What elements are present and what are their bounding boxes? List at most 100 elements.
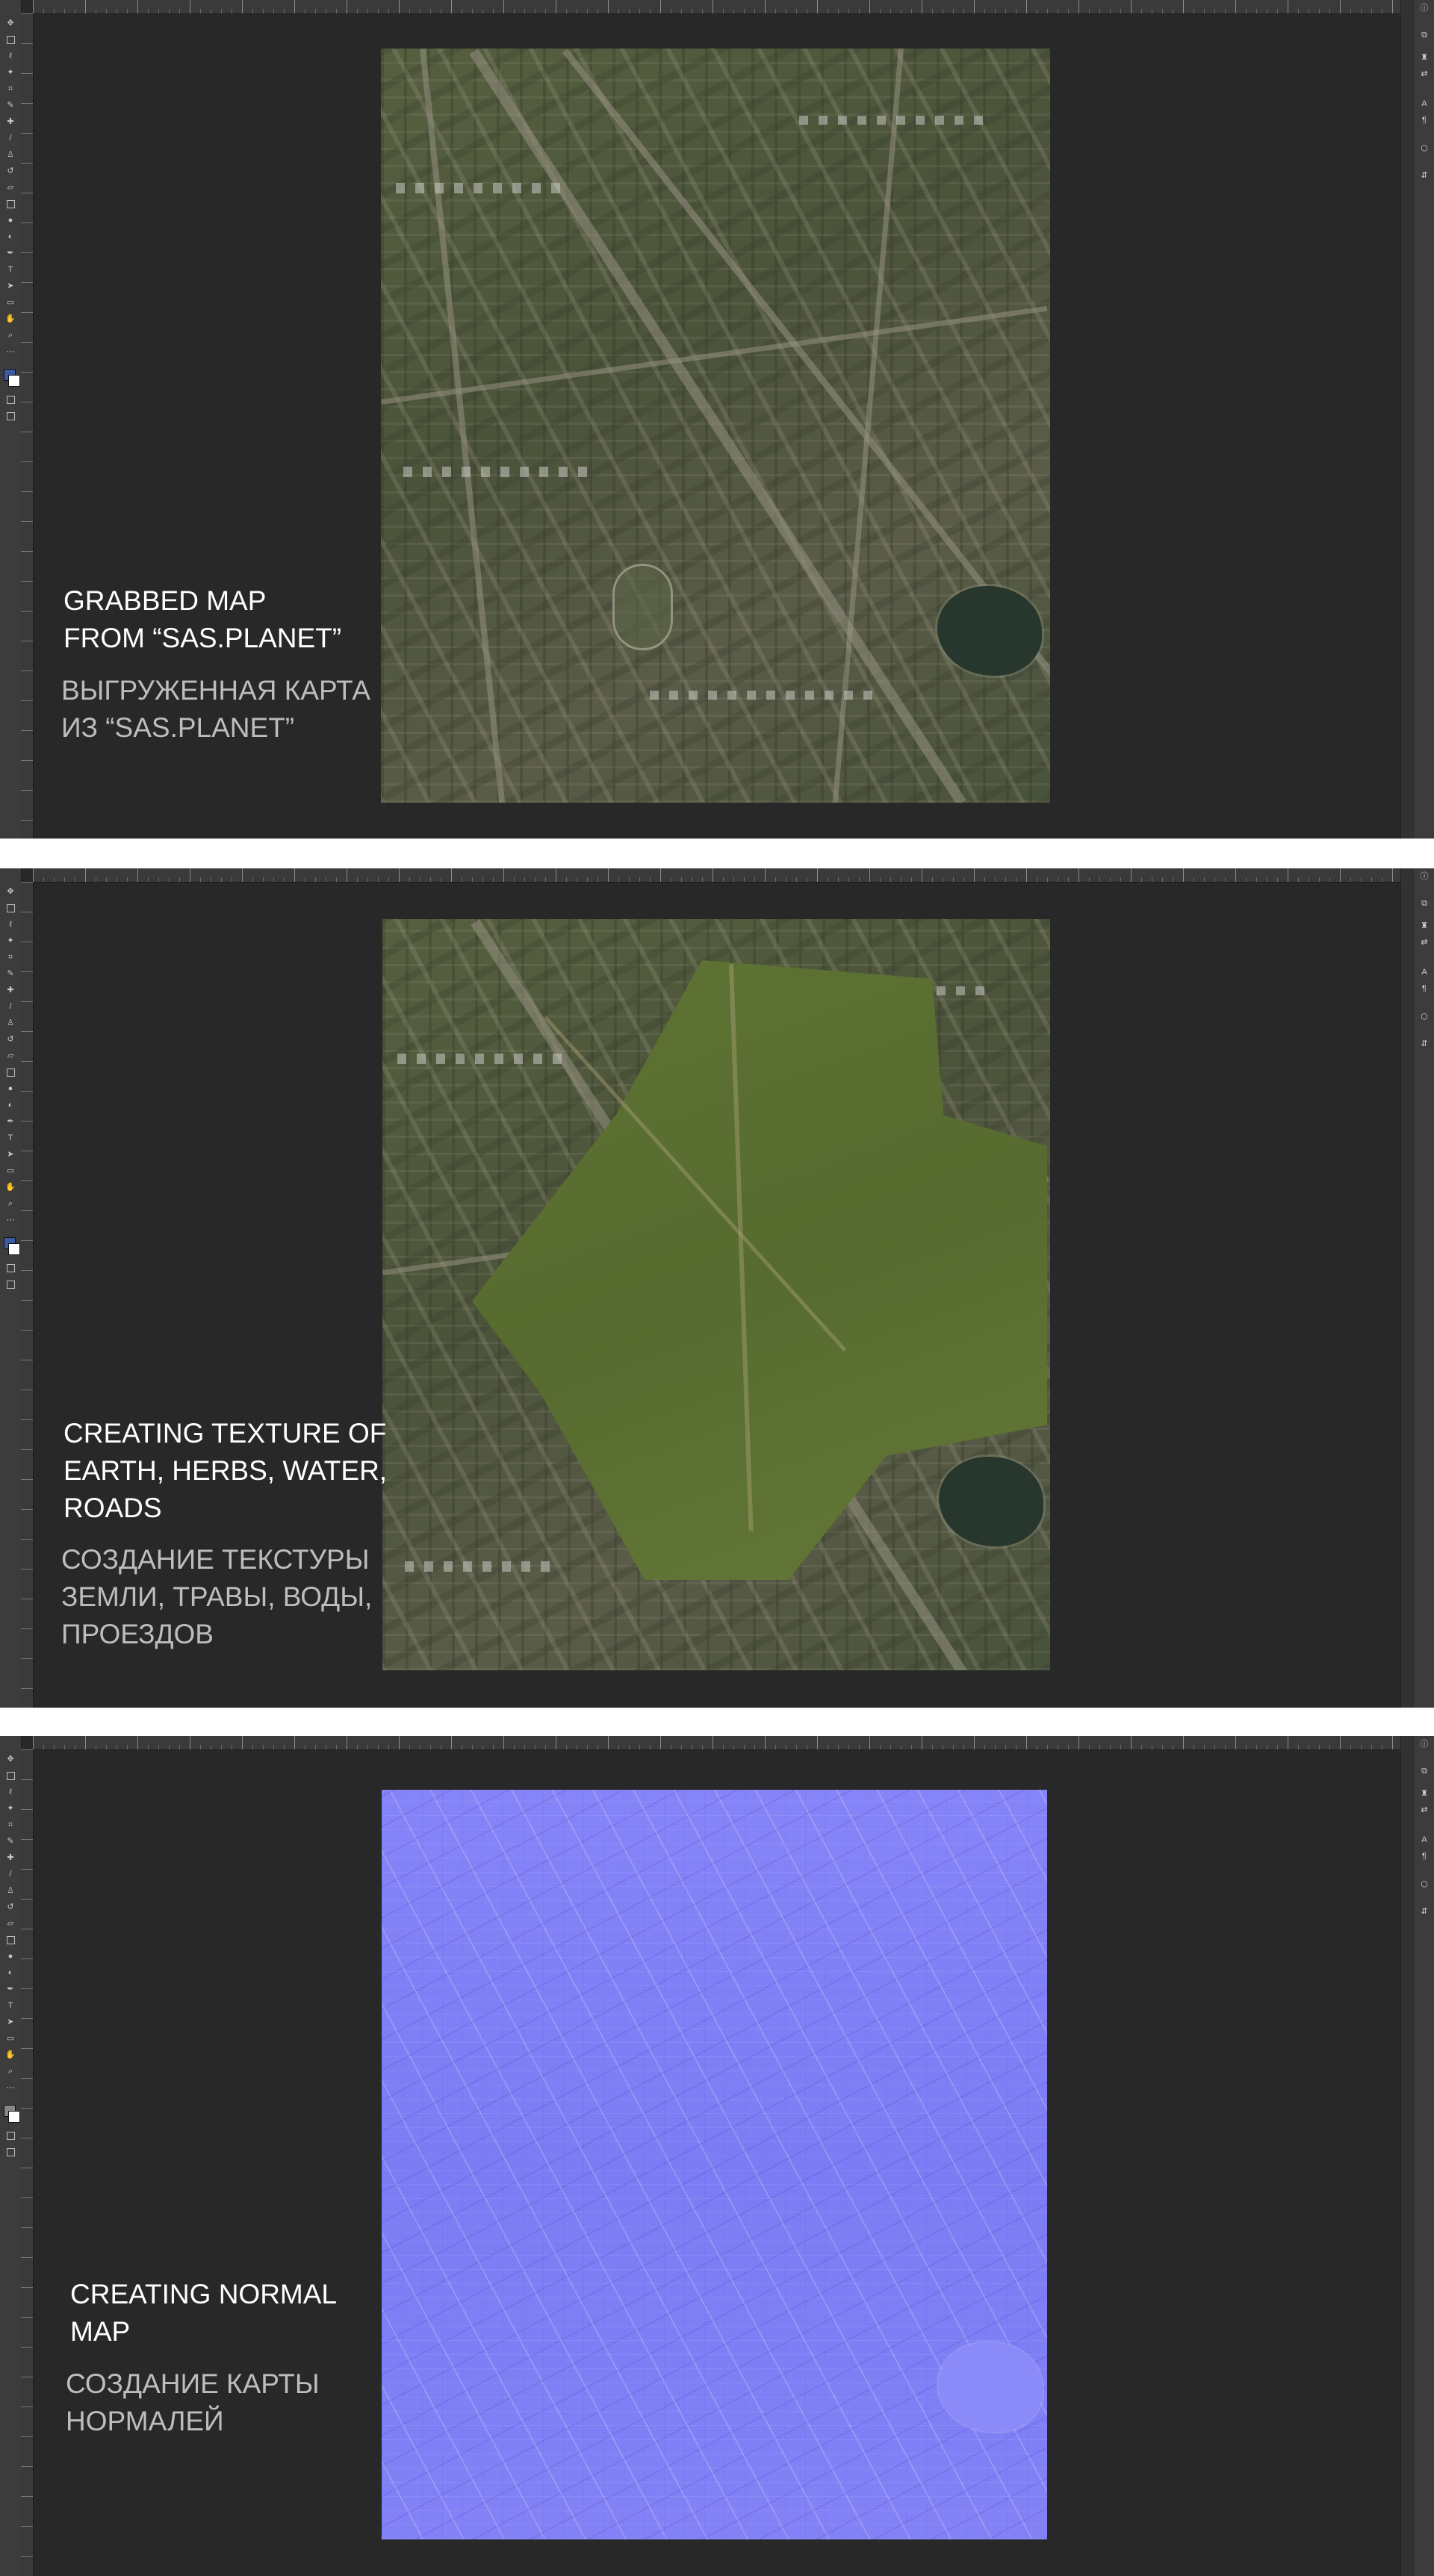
shape-icon[interactable]: ▭	[4, 297, 16, 308]
background-color-swatch[interactable]	[8, 2111, 20, 2123]
eraser-icon[interactable]: ▱	[4, 1051, 16, 1061]
healing-brush-icon[interactable]: ✚	[4, 1852, 16, 1863]
export-icon[interactable]: ⇵	[1419, 1906, 1430, 1917]
crop-icon[interactable]: ⌗	[4, 84, 16, 94]
pen-icon[interactable]: ✒	[4, 1984, 16, 1994]
screen-mode-icon[interactable]	[4, 1279, 16, 1289]
magic-wand-icon[interactable]: ✦	[4, 1803, 16, 1814]
more-tools-icon[interactable]: ⋯	[4, 2082, 16, 2093]
history-brush-icon[interactable]: ↺	[4, 1034, 16, 1045]
transform-icon[interactable]: ⇄	[1419, 1805, 1430, 1815]
zoom-icon[interactable]: ⌕	[4, 330, 16, 340]
vertical-ruler	[21, 1749, 34, 2576]
character-icon[interactable]: A	[1419, 99, 1430, 109]
layers-icon[interactable]: ⧉	[1419, 30, 1430, 40]
type-icon[interactable]: T	[4, 2000, 16, 2011]
info-icon[interactable]: ⓘ	[1419, 871, 1430, 882]
type-icon[interactable]: T	[4, 1133, 16, 1143]
quick-mask-icon[interactable]	[4, 2130, 16, 2141]
marquee-icon[interactable]	[4, 903, 16, 913]
brush-icon[interactable]: /	[4, 133, 16, 143]
textured-map-image	[382, 919, 1050, 1670]
hand-icon[interactable]: ✋	[4, 2050, 16, 2060]
3d-icon[interactable]: ⬡	[1419, 1879, 1430, 1890]
hand-icon[interactable]: ✋	[4, 314, 16, 324]
pen-icon[interactable]: ✒	[4, 248, 16, 258]
clone-stamp-icon[interactable]: ♙	[4, 1018, 16, 1028]
brush-icon[interactable]: /	[4, 1001, 16, 1012]
background-color-swatch[interactable]	[8, 375, 20, 387]
dodge-icon[interactable]: ◐	[4, 231, 16, 242]
gradient-icon[interactable]	[4, 199, 16, 209]
3d-icon[interactable]: ⬡	[1419, 143, 1430, 154]
healing-brush-icon[interactable]: ✚	[4, 116, 16, 127]
shape-icon[interactable]: ▭	[4, 1166, 16, 1176]
blur-icon[interactable]: ●	[4, 215, 16, 225]
paragraph-icon[interactable]: ¶	[1419, 115, 1430, 125]
layers-icon[interactable]: ⧉	[1419, 898, 1430, 909]
eraser-icon[interactable]: ▱	[4, 182, 16, 193]
eyedropper-icon[interactable]: ✎	[4, 100, 16, 111]
eyedropper-icon[interactable]: ✎	[4, 968, 16, 979]
lasso-icon[interactable]: ℓ	[4, 1787, 16, 1797]
magic-wand-icon[interactable]: ✦	[4, 936, 16, 946]
lasso-icon[interactable]: ℓ	[4, 919, 16, 930]
info-icon[interactable]: ⓘ	[1419, 1739, 1430, 1749]
eyedropper-icon[interactable]: ✎	[4, 1836, 16, 1847]
gradient-icon[interactable]	[4, 1935, 16, 1945]
zoom-icon[interactable]: ⌕	[4, 2066, 16, 2076]
path-selection-icon[interactable]: ➤	[4, 1149, 16, 1160]
gradient-icon[interactable]	[4, 1067, 16, 1077]
clone-stamp-icon[interactable]: ♙	[4, 149, 16, 160]
clone-stamp-icon[interactable]: ♙	[4, 1885, 16, 1896]
pen-icon[interactable]: ✒	[4, 1116, 16, 1127]
export-icon[interactable]: ⇵	[1419, 1039, 1430, 1049]
dodge-icon[interactable]: ◐	[4, 1967, 16, 1978]
character-icon[interactable]: A	[1419, 967, 1430, 977]
quick-mask-icon[interactable]	[4, 1263, 16, 1273]
panel-dock: ⓘ ⧉ ♜ ⇄ A ¶ ⬡ ⇵	[1400, 1736, 1434, 2576]
healing-brush-icon[interactable]: ✚	[4, 985, 16, 995]
screen-mode-icon[interactable]	[4, 411, 16, 421]
3d-icon[interactable]: ⬡	[1419, 1012, 1430, 1022]
crop-icon[interactable]: ⌗	[4, 952, 16, 962]
adjustments-icon[interactable]: ♜	[1419, 1788, 1430, 1799]
move-icon[interactable]: ✥	[4, 886, 16, 897]
export-icon[interactable]: ⇵	[1419, 170, 1430, 181]
character-icon[interactable]: A	[1419, 1835, 1430, 1845]
screen-mode-icon[interactable]	[4, 2147, 16, 2157]
transform-icon[interactable]: ⇄	[1419, 69, 1430, 79]
zoom-icon[interactable]: ⌕	[4, 1198, 16, 1209]
more-tools-icon[interactable]: ⋯	[4, 346, 16, 357]
caption-ru: ВЫГРУЖЕННАЯ КАРТА ИЗ “SAS.PLANET”	[61, 675, 371, 743]
more-tools-icon[interactable]: ⋯	[4, 1215, 16, 1225]
eraser-icon[interactable]: ▱	[4, 1918, 16, 1929]
hand-icon[interactable]: ✋	[4, 1182, 16, 1192]
history-brush-icon[interactable]: ↺	[4, 1902, 16, 1912]
dodge-icon[interactable]: ◐	[4, 1100, 16, 1110]
quick-mask-icon[interactable]	[4, 394, 16, 405]
type-icon[interactable]: T	[4, 264, 16, 275]
transform-icon[interactable]: ⇄	[1419, 937, 1430, 948]
background-color-swatch[interactable]	[8, 1243, 20, 1255]
blur-icon[interactable]: ●	[4, 1083, 16, 1094]
marquee-icon[interactable]	[4, 1770, 16, 1781]
brush-icon[interactable]: /	[4, 1869, 16, 1879]
history-brush-icon[interactable]: ↺	[4, 166, 16, 176]
move-icon[interactable]: ✥	[4, 1754, 16, 1764]
move-icon[interactable]: ✥	[4, 18, 16, 28]
crop-icon[interactable]: ⌗	[4, 1820, 16, 1830]
blur-icon[interactable]: ●	[4, 1951, 16, 1961]
layers-icon[interactable]: ⧉	[1419, 1766, 1430, 1776]
magic-wand-icon[interactable]: ✦	[4, 67, 16, 78]
adjustments-icon[interactable]: ♜	[1419, 921, 1430, 931]
path-selection-icon[interactable]: ➤	[4, 2017, 16, 2027]
path-selection-icon[interactable]: ➤	[4, 281, 16, 291]
lasso-icon[interactable]: ℓ	[4, 51, 16, 61]
paragraph-icon[interactable]: ¶	[1419, 983, 1430, 994]
marquee-icon[interactable]	[4, 34, 16, 45]
shape-icon[interactable]: ▭	[4, 2033, 16, 2044]
paragraph-icon[interactable]: ¶	[1419, 1851, 1430, 1861]
adjustments-icon[interactable]: ♜	[1419, 52, 1430, 63]
info-icon[interactable]: ⓘ	[1419, 3, 1430, 13]
